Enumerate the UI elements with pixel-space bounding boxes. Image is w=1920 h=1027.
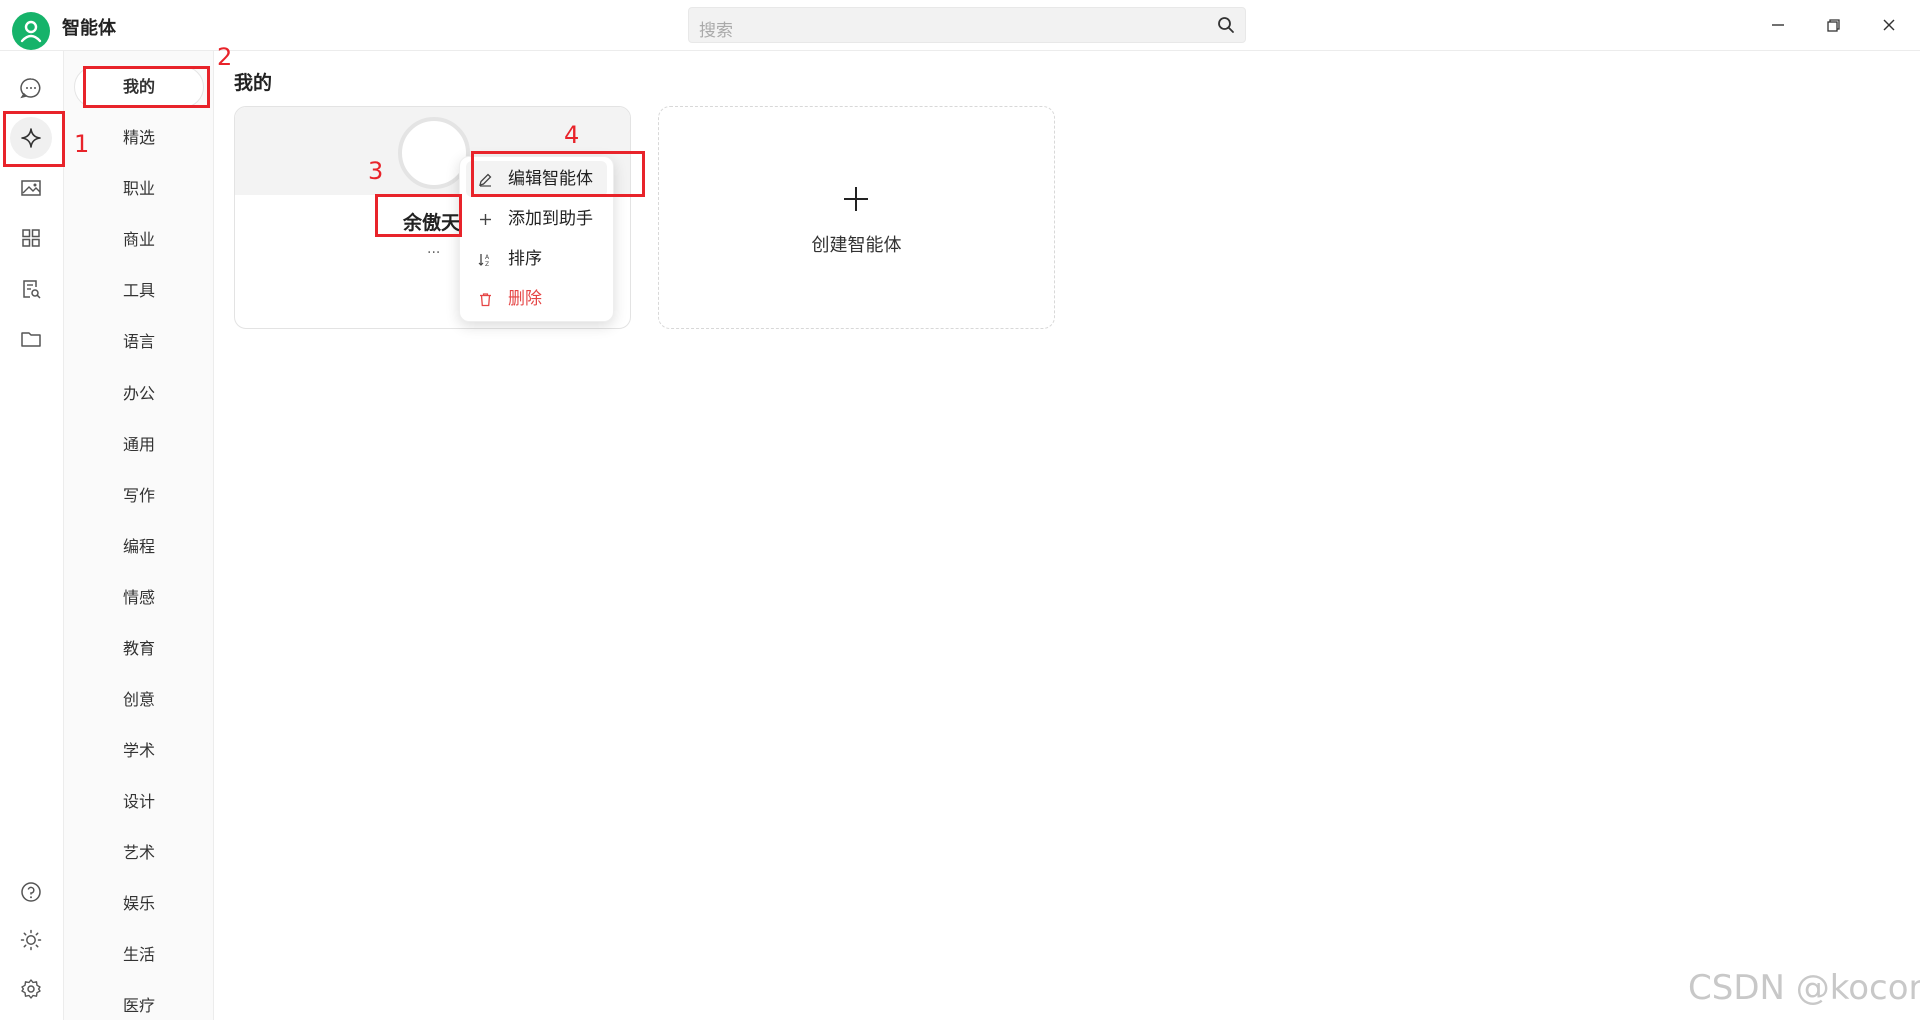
image-icon (21, 180, 41, 196)
folder-icon (21, 332, 41, 347)
menu-add-label: 添加到助手 (508, 209, 593, 229)
category-life[interactable]: 生活 (74, 934, 204, 976)
trash-icon (480, 293, 491, 307)
category-programming[interactable]: 编程 (74, 526, 204, 568)
category-education[interactable]: 教育 (74, 628, 204, 670)
files-button[interactable] (10, 318, 52, 360)
title-bar: 智能体 搜索 (0, 0, 1920, 51)
annotation-box-2 (83, 66, 210, 108)
menu-delete-label: 删除 (508, 289, 542, 309)
menu-delete[interactable]: 删除 (466, 281, 607, 317)
annotation-box-4 (471, 151, 645, 197)
menu-sort[interactable]: AZ 排序 (466, 241, 607, 277)
category-emotion[interactable]: 情感 (74, 577, 204, 619)
annotation-number-2: 2 (217, 43, 233, 71)
create-agent-card[interactable]: 创建智能体 (658, 106, 1055, 329)
search-icon[interactable] (1217, 16, 1235, 34)
docs-button[interactable] (10, 268, 52, 310)
category-academic[interactable]: 学术 (74, 730, 204, 772)
gear-icon (21, 979, 41, 999)
theme-button[interactable] (10, 919, 52, 961)
app-title: 智能体 (62, 18, 116, 39)
chat-icon (20, 78, 41, 99)
category-medical[interactable]: 医疗 (74, 985, 204, 1027)
category-creative[interactable]: 创意 (74, 679, 204, 721)
grid-icon (22, 229, 40, 247)
category-sidebar: 我的 精选 职业 商业 工具 语言 办公 通用 写作 编程 情感 教育 创意 学… (63, 51, 214, 1020)
annotation-number-4: 4 (564, 121, 580, 149)
category-entertainment[interactable]: 娱乐 (74, 883, 204, 925)
plus-icon (844, 187, 868, 211)
sun-icon (20, 929, 42, 951)
app-logo-icon (12, 12, 50, 50)
help-button[interactable] (10, 871, 52, 913)
annotation-number-1: 1 (74, 130, 90, 158)
category-design[interactable]: 设计 (74, 781, 204, 823)
restore-button[interactable] (1820, 12, 1846, 38)
category-featured[interactable]: 精选 (74, 117, 204, 159)
sort-icon: AZ (478, 254, 490, 267)
category-language[interactable]: 语言 (74, 321, 204, 363)
plus-icon (480, 214, 491, 225)
svg-text:A: A (485, 254, 490, 261)
menu-sort-label: 排序 (508, 249, 542, 269)
category-art[interactable]: 艺术 (74, 832, 204, 874)
create-agent-label: 创建智能体 (811, 235, 902, 256)
category-business[interactable]: 商业 (74, 219, 204, 261)
left-rail (0, 51, 62, 1020)
category-writing[interactable]: 写作 (74, 475, 204, 517)
help-icon (21, 882, 41, 902)
svg-text:Z: Z (485, 261, 489, 267)
search-placeholder: 搜索 (699, 21, 733, 41)
minimize-button[interactable] (1765, 12, 1791, 38)
menu-add-to-assistant[interactable]: 添加到助手 (466, 201, 607, 237)
category-tools[interactable]: 工具 (74, 270, 204, 312)
settings-button[interactable] (10, 968, 52, 1010)
annotation-box-3 (375, 194, 462, 237)
apps-button[interactable] (10, 217, 52, 259)
search-input[interactable]: 搜索 (688, 7, 1246, 43)
close-button[interactable] (1876, 12, 1902, 38)
category-career[interactable]: 职业 (74, 168, 204, 210)
agent-description: ... (427, 241, 441, 257)
annotation-box-1 (3, 111, 65, 167)
category-office[interactable]: 办公 (74, 373, 204, 415)
annotation-number-3: 3 (368, 157, 384, 185)
images-button[interactable] (10, 167, 52, 209)
category-general[interactable]: 通用 (74, 424, 204, 466)
chat-button[interactable] (10, 67, 52, 109)
section-title: 我的 (234, 72, 273, 94)
document-search-icon (23, 280, 41, 299)
watermark: CSDN @kocor (1688, 968, 1920, 1008)
